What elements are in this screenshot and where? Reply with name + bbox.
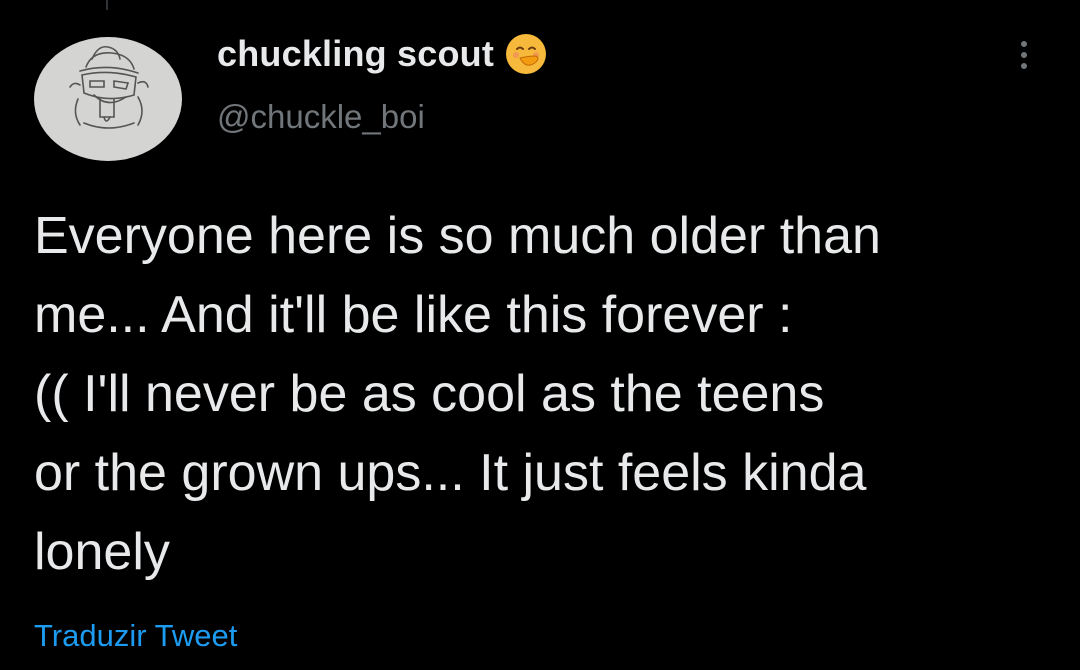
more-dot — [1021, 41, 1027, 47]
more-dot — [1021, 63, 1027, 69]
author-handle[interactable]: @chuckle_boi — [217, 98, 425, 136]
tweet-text-line: me... And it'll be like this forever : — [34, 286, 793, 344]
tweet-text: Everyone here is so much older than me..… — [34, 197, 1054, 592]
thread-connector-line — [106, 0, 108, 10]
avatar[interactable] — [34, 37, 182, 161]
author-display-name[interactable]: chuckling scout — [217, 33, 494, 75]
tweet-text-line: (( I'll never be as cool as the teens — [34, 365, 825, 423]
tweet-text-line: Everyone here is so much older than — [34, 207, 881, 265]
tweet-text-line: or the grown ups... It just feels kinda — [34, 444, 867, 502]
sketched-character-avatar-icon — [69, 45, 149, 129]
translate-tweet-link[interactable]: Traduzir Tweet — [34, 618, 237, 654]
more-options-icon[interactable] — [1010, 35, 1038, 75]
tweet-text-line: lonely — [34, 523, 170, 581]
author-name-row: chuckling scout — [217, 30, 547, 78]
more-dot — [1021, 52, 1027, 58]
face-with-hand-over-mouth-emoji-icon — [506, 34, 547, 74]
